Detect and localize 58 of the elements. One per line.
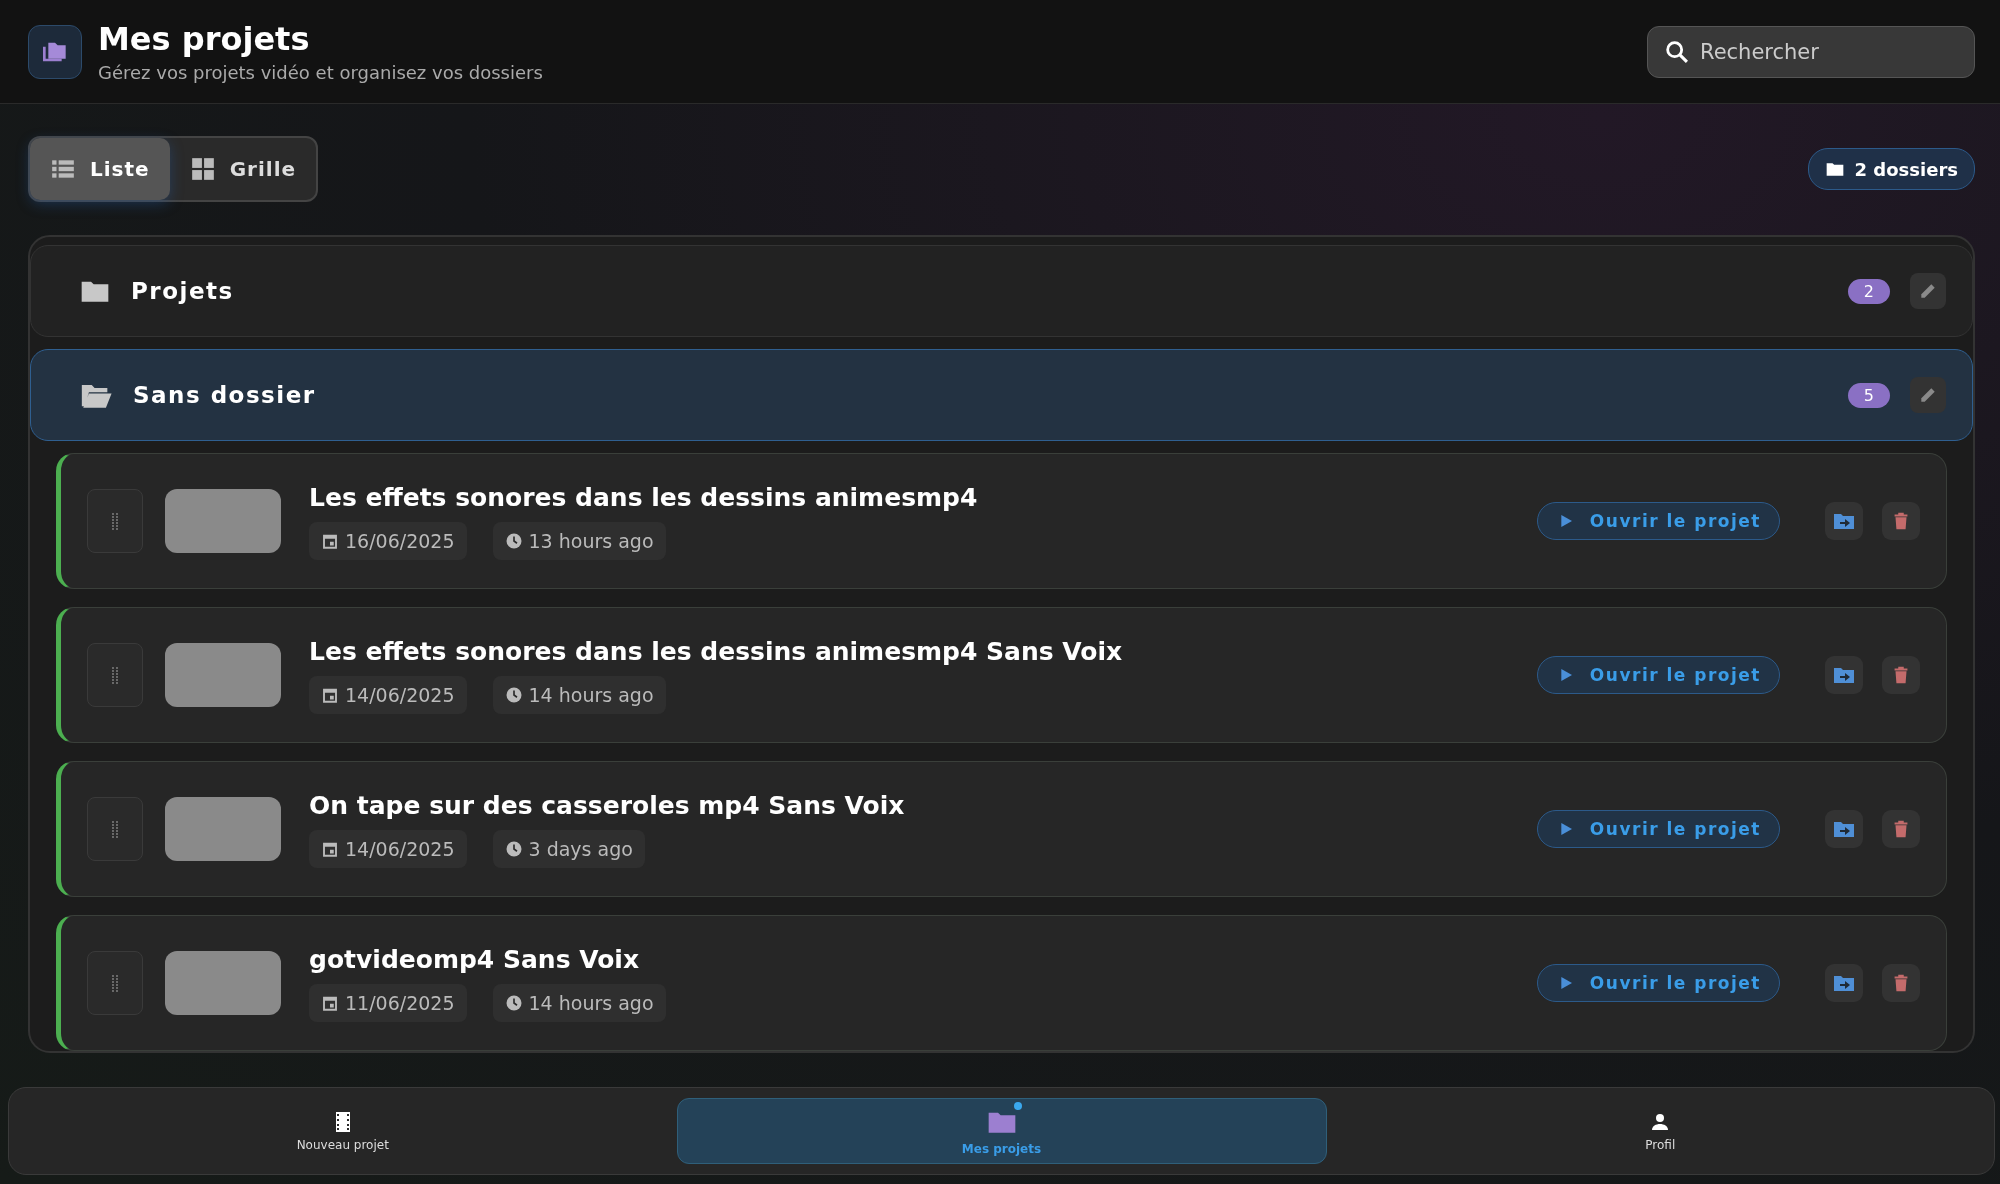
project-title: Les effets sonores dans les dessins animesmp4 xyxy=(309,482,979,512)
view-toggle-tab[interactable]: Grille xyxy=(169,138,317,200)
page-subtitle: Gérez vos projets vidéo et organisez vos dossiers xyxy=(98,62,544,83)
project-date: 16/06/2025 xyxy=(345,529,455,552)
edit-button[interactable] xyxy=(1910,273,1946,309)
open-project-button[interactable]: Ouvrir le projet xyxy=(1536,810,1780,848)
nav-item[interactable]: Profil xyxy=(1328,1098,1992,1164)
move-to-folder-button[interactable] xyxy=(1825,502,1863,540)
nav-item[interactable]: Nouveau projet xyxy=(11,1098,675,1164)
clock-icon xyxy=(504,839,523,858)
move-to-folder-button[interactable] xyxy=(1825,656,1863,694)
project-count-badge: 2 xyxy=(1847,278,1890,304)
move-to-folder-button[interactable] xyxy=(1825,810,1863,848)
delete-button[interactable] xyxy=(1882,810,1920,848)
project-count-badge: 5 xyxy=(1847,382,1890,408)
drag-handle[interactable] xyxy=(87,489,143,553)
folder-name: Sans dossier xyxy=(133,382,317,408)
active-dot xyxy=(1013,1102,1022,1110)
clock-icon xyxy=(504,531,523,550)
edit-button[interactable] xyxy=(1910,377,1946,413)
search-field[interactable]: Rechercher xyxy=(1647,25,1975,78)
view-toggle-tab[interactable]: Liste xyxy=(30,138,170,200)
clock-icon xyxy=(504,685,523,704)
open-project-button[interactable]: Ouvrir le projet xyxy=(1536,502,1780,540)
folder-row[interactable]: Projets 2 xyxy=(30,245,1973,337)
delete-button[interactable] xyxy=(1882,964,1920,1002)
project-age: 13 hours ago xyxy=(528,529,654,552)
grid-icon xyxy=(189,156,216,182)
project-title: gotvideomp4 Sans Voix xyxy=(309,944,641,974)
clock-icon xyxy=(504,993,523,1012)
delete-button[interactable] xyxy=(1882,656,1920,694)
drag-dots-icon xyxy=(111,665,119,685)
move-to-folder-button[interactable] xyxy=(1825,964,1863,1002)
project-age: 14 hours ago xyxy=(528,991,654,1014)
project-title: Les effets sonores dans les dessins animesmp4 Sans Voix xyxy=(309,636,1124,666)
folders-icon xyxy=(28,24,82,79)
project-age: 3 days ago xyxy=(528,837,633,860)
open-project-button[interactable]: Ouvrir le projet xyxy=(1536,656,1780,694)
folder-name: Projets xyxy=(131,278,235,304)
nav-item[interactable]: Mes projets xyxy=(676,1098,1327,1164)
drag-dots-icon xyxy=(111,511,119,531)
project-date: 14/06/2025 xyxy=(345,683,455,706)
drag-handle[interactable] xyxy=(87,643,143,707)
project-date: 11/06/2025 xyxy=(345,991,455,1014)
project-date: 14/06/2025 xyxy=(345,837,455,860)
folder-row[interactable]: Sans dossier 5 xyxy=(30,349,1973,441)
drag-dots-icon xyxy=(111,819,119,839)
folder-count-text: 2 dossiers xyxy=(1854,158,1958,180)
pencil-icon xyxy=(1918,385,1938,405)
open-project-button[interactable]: Ouvrir le projet xyxy=(1536,964,1780,1002)
drag-dots-icon xyxy=(111,973,119,993)
project-age: 14 hours ago xyxy=(528,683,654,706)
delete-button[interactable] xyxy=(1882,502,1920,540)
project-title: On tape sur des casseroles mp4 Sans Voix xyxy=(309,790,906,820)
drag-handle[interactable] xyxy=(87,951,143,1015)
pencil-icon xyxy=(1918,281,1938,301)
drag-handle[interactable] xyxy=(87,797,143,861)
page-title: Mes projets xyxy=(98,20,311,58)
